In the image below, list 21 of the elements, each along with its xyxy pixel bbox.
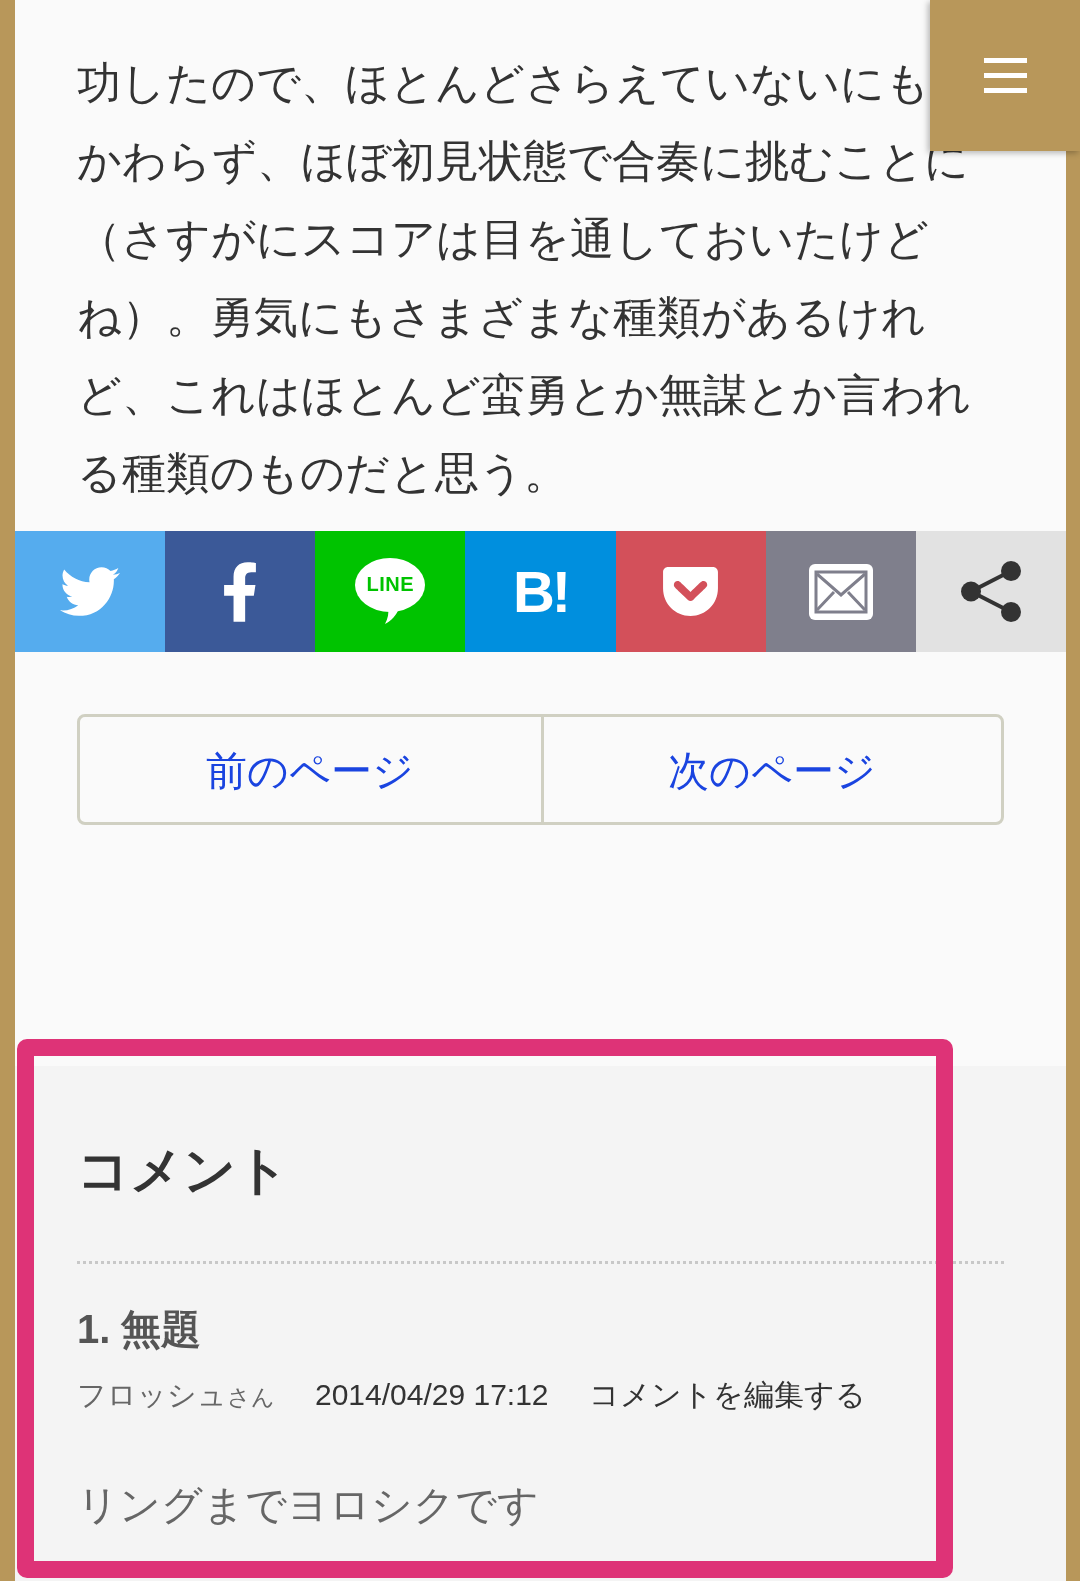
next-page-link[interactable]: 次のページ <box>540 717 1001 822</box>
comment-date: 2014/04/29 17:12 <box>315 1377 549 1413</box>
menu-button[interactable] <box>930 0 1080 151</box>
pocket-icon <box>663 567 719 616</box>
facebook-f-icon <box>224 561 257 622</box>
hatena-bookmark-button[interactable]: B! <box>465 531 616 652</box>
edit-comment-link[interactable]: コメントを編集する <box>588 1373 866 1417</box>
facebook-button[interactable] <box>165 531 316 652</box>
comment-title: 1. 無題 <box>77 1306 202 1353</box>
menu-icon <box>983 58 1027 93</box>
share-icon <box>960 561 1021 622</box>
comment-author: フロッシュ さん <box>77 1378 275 1413</box>
envelope-icon <box>808 563 873 620</box>
pocket-button[interactable] <box>615 531 766 652</box>
email-button[interactable] <box>765 531 916 652</box>
line-logo: LINE <box>355 558 426 625</box>
share-button[interactable] <box>915 531 1066 652</box>
bird-icon <box>60 567 121 616</box>
comments-heading: コメント <box>77 1140 289 1201</box>
previous-page-link[interactable]: 前のページ <box>80 717 541 822</box>
comment-body: リングまでヨロシクです <box>77 1481 539 1530</box>
